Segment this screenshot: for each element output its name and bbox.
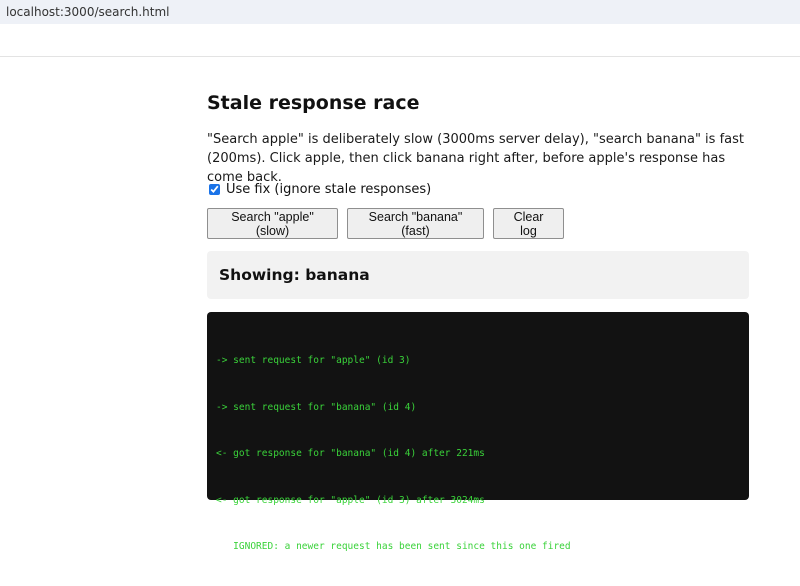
result-display: Showing: banana bbox=[207, 251, 749, 299]
log-line: -> sent request for "apple" (id 3) bbox=[216, 355, 411, 366]
use-fix-label: Use fix (ignore stale responses) bbox=[226, 182, 432, 197]
log-line: IGNORED: a newer request has been sent s… bbox=[216, 541, 571, 552]
page-title: Stale response race bbox=[207, 92, 420, 114]
button-row: Search "apple" (slow) Search "banana" (f… bbox=[207, 208, 573, 239]
log-line: <- got response for "apple" (id 3) after… bbox=[216, 494, 485, 506]
browser-toolbar-strip bbox=[0, 24, 800, 57]
page-content: Stale response race "Search apple" is de… bbox=[207, 92, 749, 552]
search-apple-button[interactable]: Search "apple" (slow) bbox=[207, 208, 338, 239]
use-fix-checkbox[interactable] bbox=[209, 184, 220, 195]
clear-log-button[interactable]: Clear log bbox=[493, 208, 564, 239]
address-bar[interactable]: localhost:3000/search.html bbox=[0, 0, 800, 24]
fix-toggle-row[interactable]: Use fix (ignore stale responses) bbox=[207, 182, 431, 197]
log-line: <- got response for "banana" (id 4) afte… bbox=[216, 448, 485, 459]
search-banana-button[interactable]: Search "banana" (fast) bbox=[347, 208, 484, 239]
request-log: -> sent request for "apple" (id 3) -> se… bbox=[207, 312, 749, 552]
result-text: Showing: banana bbox=[219, 266, 370, 284]
url-text[interactable]: localhost:3000/search.html bbox=[6, 5, 170, 19]
log-line: -> sent request for "banana" (id 4) bbox=[216, 401, 417, 413]
page-description: "Search apple" is deliberately slow (300… bbox=[207, 132, 744, 185]
